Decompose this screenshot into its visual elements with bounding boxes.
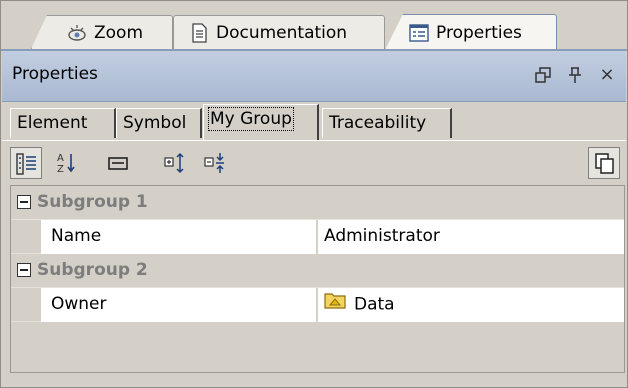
- tab-properties-label: Properties: [436, 22, 522, 43]
- collapse-all-button[interactable]: [200, 147, 232, 179]
- properties-window: Zoom Documentation Properties Properties…: [0, 0, 628, 388]
- property-name: Owner: [41, 288, 317, 322]
- expand-all-button[interactable]: [160, 147, 192, 179]
- top-tab-strip: Zoom Documentation Properties: [1, 1, 627, 51]
- subtab-my-group-label: My Group: [208, 107, 294, 131]
- properties-toolbar: AZ: [2, 140, 626, 185]
- subtab-element-label: Element: [17, 113, 88, 133]
- group-name: Subgroup 2: [37, 260, 148, 280]
- description-button[interactable]: [102, 147, 134, 179]
- svg-text:Z: Z: [57, 164, 64, 175]
- properties-grid: Subgroup 1 Name Administrator Subgroup 2…: [10, 185, 625, 373]
- subtab-symbol[interactable]: Symbol: [116, 108, 202, 138]
- package-folder-icon: [324, 288, 346, 321]
- restore-icon[interactable]: [530, 61, 556, 89]
- categorized-view-button[interactable]: [10, 147, 42, 179]
- property-value-field[interactable]: Administrator: [318, 220, 624, 254]
- properties-icon: [408, 22, 430, 44]
- panel-title: Properties: [12, 64, 98, 84]
- tab-zoom-label: Zoom: [94, 22, 144, 43]
- alphabetic-sort-icon: AZ: [57, 153, 75, 175]
- alphabetic-sort-button[interactable]: AZ: [50, 147, 82, 179]
- subtab-traceability-label: Traceability: [329, 113, 427, 133]
- copy-button[interactable]: [588, 147, 620, 179]
- tab-documentation[interactable]: Documentation: [173, 15, 385, 49]
- svg-text:A: A: [57, 153, 64, 164]
- close-icon[interactable]: ×: [594, 61, 620, 89]
- property-category-tabs: Element Symbol My Group Traceability: [2, 102, 626, 140]
- collapse-toggle-icon[interactable]: [17, 195, 31, 209]
- categorized-view-icon: [16, 153, 36, 175]
- group-name: Subgroup 1: [37, 192, 148, 212]
- property-value-field[interactable]: Data: [318, 288, 624, 322]
- description-icon: [108, 157, 128, 170]
- document-icon: [188, 22, 210, 44]
- expand-all-icon: [164, 152, 184, 174]
- pin-icon[interactable]: [562, 61, 588, 89]
- subtab-my-group[interactable]: My Group: [203, 104, 319, 140]
- tab-properties[interactable]: Properties: [385, 14, 557, 50]
- collapse-all-icon: [204, 153, 224, 173]
- property-row-owner[interactable]: Owner Data: [11, 288, 624, 322]
- tab-zoom[interactable]: Zoom: [31, 15, 173, 49]
- group-row-subgroup-2[interactable]: Subgroup 2: [11, 254, 624, 288]
- subtab-traceability[interactable]: Traceability: [322, 108, 452, 138]
- copy-icon: [595, 153, 614, 174]
- tab-documentation-label: Documentation: [216, 22, 348, 43]
- property-name: Name: [41, 220, 317, 254]
- collapse-toggle-icon[interactable]: [17, 263, 31, 277]
- subtab-element[interactable]: Element: [10, 108, 116, 138]
- panel-title-bar: Properties ×: [2, 51, 626, 102]
- property-row-name[interactable]: Name Administrator: [11, 220, 624, 254]
- property-value-text: Data: [354, 294, 395, 315]
- group-row-subgroup-1[interactable]: Subgroup 1: [11, 186, 624, 220]
- zoom-eye-icon: [66, 22, 88, 44]
- subtab-symbol-label: Symbol: [123, 113, 187, 133]
